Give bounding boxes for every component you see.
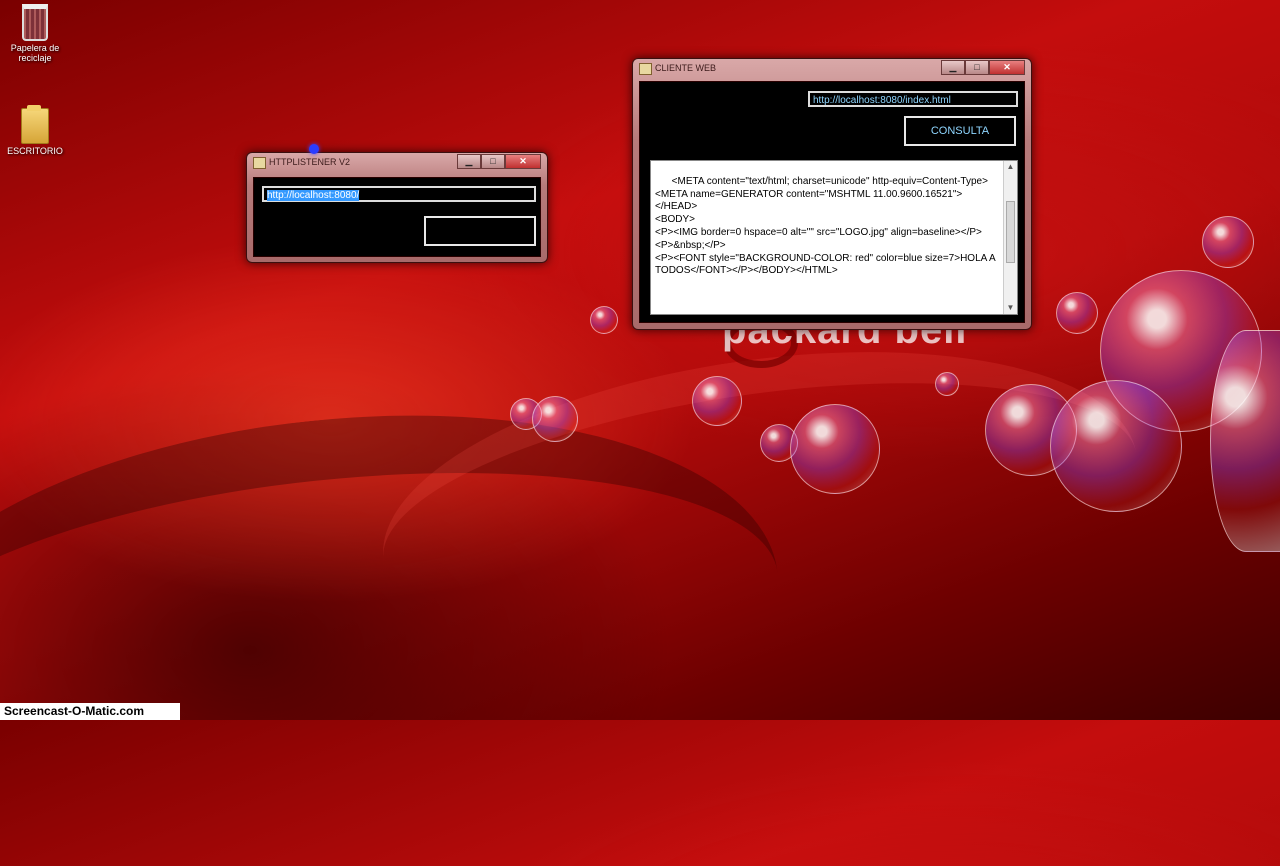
desktop-icon-escritorio[interactable]: ESCRITORIO bbox=[0, 105, 70, 156]
recycle-bin-icon bbox=[22, 4, 48, 41]
bubble-decoration bbox=[935, 372, 959, 396]
window-title: HTTPLISTENER V2 bbox=[269, 157, 351, 167]
minimize-button[interactable]: ▁ bbox=[457, 154, 481, 169]
cliente-web-window[interactable]: CLIENTE WEB ▁ □ ✕ http://localhost:8080/… bbox=[632, 58, 1032, 330]
title-bar[interactable]: CLIENTE WEB ▁ □ ✕ bbox=[633, 59, 1031, 79]
close-button[interactable]: ✕ bbox=[989, 60, 1025, 75]
desktop-icon-label: Papelera de reciclaje bbox=[10, 43, 60, 63]
bubble-decoration bbox=[1050, 380, 1182, 512]
minimize-button[interactable]: ▁ bbox=[941, 60, 965, 75]
window-client-area: http://localhost:8080/index.html CONSULT… bbox=[639, 81, 1025, 323]
url-input[interactable]: http://localhost:8080/index.html bbox=[808, 91, 1018, 107]
window-client-area: http://localhost:8080/ bbox=[253, 177, 541, 257]
bubble-decoration bbox=[590, 306, 618, 334]
bubble-decoration bbox=[532, 396, 578, 442]
response-text: <META content="text/html; charset=unicod… bbox=[655, 175, 996, 277]
url-input-value: http://localhost:8080/ bbox=[267, 190, 360, 201]
maximize-button[interactable]: □ bbox=[965, 60, 989, 75]
screencast-watermark: Screencast-O-Matic.com bbox=[0, 703, 180, 720]
desktop-icon-recycle-bin[interactable]: Papelera de reciclaje bbox=[0, 4, 70, 63]
bubble-decoration bbox=[1210, 330, 1280, 552]
desktop-icon-label: ESCRITORIO bbox=[7, 146, 63, 156]
window-controls: ▁ □ ✕ bbox=[941, 60, 1025, 75]
scroll-down-icon[interactable]: ▼ bbox=[1004, 302, 1017, 314]
httplistener-window[interactable]: HTTPLISTENER V2 ▁ □ ✕ http://localhost:8… bbox=[246, 152, 548, 263]
vertical-scrollbar[interactable]: ▲ ▼ bbox=[1003, 161, 1017, 314]
wallpaper-shadow-swoosh bbox=[0, 374, 799, 866]
mouse-cursor-highlight bbox=[309, 144, 319, 154]
url-input[interactable]: http://localhost:8080/ bbox=[262, 186, 536, 202]
bubble-decoration bbox=[692, 376, 742, 426]
close-button[interactable]: ✕ bbox=[505, 154, 541, 169]
app-window-icon bbox=[253, 157, 266, 169]
scroll-up-icon[interactable]: ▲ bbox=[1004, 161, 1017, 173]
title-bar[interactable]: HTTPLISTENER V2 ▁ □ ✕ bbox=[247, 153, 547, 173]
window-controls: ▁ □ ✕ bbox=[457, 154, 541, 169]
bubble-decoration bbox=[1202, 216, 1254, 268]
maximize-button[interactable]: □ bbox=[481, 154, 505, 169]
bubble-decoration bbox=[790, 404, 880, 494]
wallpaper-light-swoosh bbox=[363, 308, 1157, 706]
response-textarea[interactable]: <META content="text/html; charset=unicod… bbox=[650, 160, 1018, 315]
bubble-decoration bbox=[1056, 292, 1098, 334]
start-button[interactable] bbox=[424, 216, 536, 246]
scrollbar-thumb[interactable] bbox=[1006, 201, 1015, 263]
window-title: CLIENTE WEB bbox=[655, 63, 717, 73]
app-window-icon bbox=[639, 63, 652, 75]
consulta-button[interactable]: CONSULTA bbox=[904, 116, 1016, 146]
folder-icon bbox=[21, 105, 49, 144]
